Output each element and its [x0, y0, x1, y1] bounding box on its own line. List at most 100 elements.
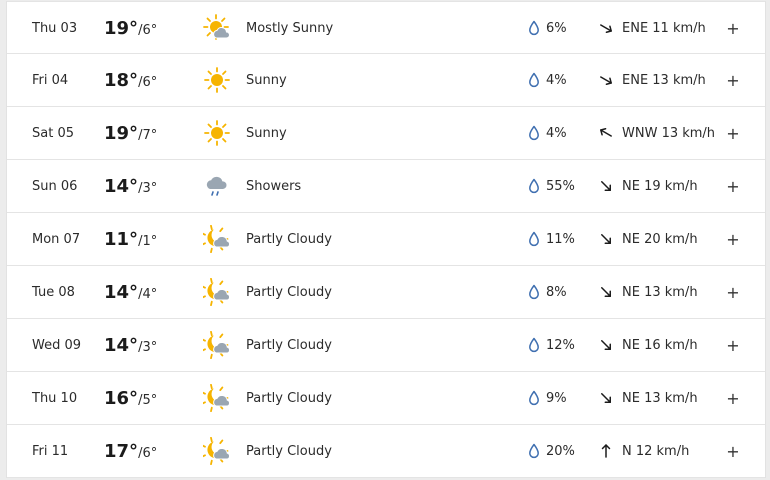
- forecast-date: Thu 03: [32, 21, 78, 36]
- expand-plus-icon[interactable]: +: [725, 319, 741, 372]
- sunny-icon: [203, 119, 231, 147]
- partly-cloudy-icon: [200, 383, 231, 413]
- temp-low: /7°: [138, 128, 158, 143]
- forecast-date: Wed 09: [32, 338, 82, 353]
- forecast-temps: 18°/6°: [104, 54, 157, 109]
- condition-label: Partly Cloudy: [246, 232, 332, 247]
- forecast-date: Sun 06: [32, 179, 78, 194]
- partly-cloudy-icon: [200, 224, 231, 254]
- temp-high: 18°: [104, 70, 139, 91]
- precip-chance: 4%: [546, 126, 567, 141]
- wind-speed: N 12 km/h: [622, 444, 690, 459]
- expand-plus-icon[interactable]: +: [725, 107, 741, 160]
- temp-low: /6°: [138, 446, 158, 461]
- sunny-icon: [203, 66, 231, 94]
- raindrop-icon: [528, 231, 540, 247]
- forecast-date: Sat 05: [32, 126, 74, 141]
- raindrop-icon: [528, 125, 540, 141]
- forecast-row[interactable]: Sun 06 14°/3° Showers 55% NE 19 km/h +: [7, 160, 765, 213]
- raindrop-icon: [528, 284, 540, 300]
- mostly-sunny-icon: [203, 14, 231, 42]
- forecast-row[interactable]: Sat 05 19°/7° Sunny 4% WNW 13 km/h +: [7, 107, 765, 160]
- forecast-temps: 14°/3°: [104, 319, 157, 374]
- temp-low: /6°: [138, 75, 158, 90]
- forecast-temps: 19°/6°: [104, 2, 157, 57]
- raindrop-icon: [528, 178, 540, 194]
- precip-chance: 12%: [546, 338, 575, 353]
- raindrop-icon: [528, 20, 540, 36]
- wind-speed: WNW 13 km/h: [622, 126, 716, 141]
- temp-high: 14°: [104, 335, 139, 356]
- wind-speed: NE 13 km/h: [622, 285, 698, 300]
- forecast-row[interactable]: Wed 09 14°/3° Partly Cloudy 12% NE 16 km…: [7, 319, 765, 372]
- expand-plus-icon[interactable]: +: [725, 213, 741, 266]
- partly-cloudy-icon: [200, 330, 231, 360]
- temp-high: 11°: [104, 229, 139, 250]
- forecast-date: Thu 10: [32, 391, 78, 406]
- arrow-ne-icon: [598, 178, 614, 194]
- arrow-ne-icon: [598, 231, 614, 247]
- wind-speed: ENE 11 km/h: [622, 21, 706, 36]
- arrow-ne-icon: [598, 284, 614, 300]
- condition-label: Partly Cloudy: [246, 285, 332, 300]
- temp-high: 19°: [104, 123, 139, 144]
- showers-icon: [203, 172, 231, 200]
- condition-label: Sunny: [246, 73, 287, 88]
- arrow-n-icon: [598, 443, 614, 459]
- forecast-temps: 19°/7°: [104, 107, 157, 162]
- precip-chance: 6%: [546, 21, 567, 36]
- precip-chance: 4%: [546, 73, 567, 88]
- expand-plus-icon[interactable]: +: [725, 160, 741, 213]
- expand-plus-icon[interactable]: +: [725, 372, 741, 425]
- forecast-row[interactable]: Thu 03 19°/6° Mostly Sunny 6% ENE 11 km/…: [7, 1, 765, 54]
- temp-high: 16°: [104, 388, 139, 409]
- arrow-ne-icon: [598, 390, 614, 406]
- forecast-temps: 14°/3°: [104, 160, 157, 215]
- precip-chance: 20%: [546, 444, 575, 459]
- forecast-row[interactable]: Mon 07 11°/1° Partly Cloudy 11% NE 20 km…: [7, 213, 765, 266]
- forecast-date: Fri 04: [32, 73, 69, 88]
- condition-label: Partly Cloudy: [246, 391, 332, 406]
- temp-high: 17°: [104, 441, 139, 462]
- forecast-temps: 11°/1°: [104, 213, 157, 268]
- temp-low: /3°: [138, 181, 158, 196]
- temp-low: /1°: [138, 234, 158, 249]
- forecast-temps: 17°/6°: [104, 425, 157, 480]
- forecast-row[interactable]: Tue 08 14°/4° Partly Cloudy 8% NE 13 km/…: [7, 266, 765, 319]
- arrow-ene-icon: [598, 20, 614, 36]
- temp-low: /6°: [138, 23, 158, 38]
- forecast-date: Mon 07: [32, 232, 81, 247]
- condition-label: Partly Cloudy: [246, 338, 332, 353]
- forecast-date: Fri 11: [32, 444, 69, 459]
- temp-high: 14°: [104, 282, 139, 303]
- expand-plus-icon[interactable]: +: [725, 2, 741, 55]
- condition-label: Showers: [246, 179, 302, 194]
- condition-label: Mostly Sunny: [246, 21, 334, 36]
- forecast-temps: 16°/5°: [104, 372, 157, 427]
- temp-low: /5°: [138, 393, 158, 408]
- raindrop-icon: [528, 337, 540, 353]
- expand-plus-icon[interactable]: +: [725, 425, 741, 478]
- temp-high: 14°: [104, 176, 139, 197]
- wind-speed: NE 16 km/h: [622, 338, 698, 353]
- raindrop-icon: [528, 390, 540, 406]
- raindrop-icon: [528, 72, 540, 88]
- temp-low: /3°: [138, 340, 158, 355]
- condition-label: Sunny: [246, 126, 287, 141]
- forecast-row[interactable]: Fri 04 18°/6° Sunny 4% ENE 13 km/h +: [7, 54, 765, 107]
- forecast-row[interactable]: Fri 11 17°/6° Partly Cloudy 20% N 12 km/…: [7, 425, 765, 478]
- precip-chance: 8%: [546, 285, 567, 300]
- arrow-ene-icon: [598, 72, 614, 88]
- raindrop-icon: [528, 443, 540, 459]
- temp-low: /4°: [138, 287, 158, 302]
- condition-label: Partly Cloudy: [246, 444, 332, 459]
- wind-speed: NE 13 km/h: [622, 391, 698, 406]
- precip-chance: 55%: [546, 179, 575, 194]
- arrow-wnw-icon: [598, 125, 614, 141]
- precip-chance: 9%: [546, 391, 567, 406]
- expand-plus-icon[interactable]: +: [725, 54, 741, 107]
- wind-speed: ENE 13 km/h: [622, 73, 706, 88]
- expand-plus-icon[interactable]: +: [725, 266, 741, 319]
- forecast-temps: 14°/4°: [104, 266, 157, 321]
- forecast-row[interactable]: Thu 10 16°/5° Partly Cloudy 9% NE 13 km/…: [7, 372, 765, 425]
